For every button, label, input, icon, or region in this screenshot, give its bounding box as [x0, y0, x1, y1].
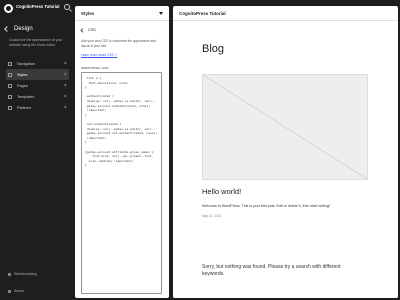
site-title[interactable]: CognitoPress Tutorial	[16, 4, 59, 9]
footer-item-label: Whiteboarding	[14, 272, 37, 276]
css-editor[interactable]: .link a { text-decoration: none; } .auth…	[81, 72, 162, 294]
save-status[interactable]: Saved	[8, 289, 24, 293]
sidebar-item-styles[interactable]: Styles	[6, 69, 69, 80]
navigation-icon	[8, 61, 12, 66]
post-excerpt: Welcome to WordPress. This is your first…	[202, 204, 330, 208]
site-preview: CognitoPress Tutorial Blog Hello world! …	[173, 6, 398, 298]
css-description: Add your own CSS to customize the appear…	[81, 39, 156, 48]
back-arrow-icon[interactable]	[80, 27, 85, 33]
post-date: May 22, 2024	[202, 214, 222, 218]
css-header: CSS	[80, 27, 96, 33]
preview-canvas[interactable]: Blog Hello world! Welcome to WordPress. …	[173, 21, 398, 298]
search-icon[interactable]	[64, 4, 70, 10]
whiteboard-icon	[8, 272, 11, 276]
templates-icon	[8, 94, 12, 99]
featured-image-placeholder	[202, 74, 368, 180]
caret-down-icon[interactable]	[159, 12, 163, 15]
sidebar-footer-item[interactable]: Whiteboarding	[8, 272, 37, 276]
sidebar-item-pages[interactable]: Pages	[6, 80, 69, 91]
post-title[interactable]: Hello world!	[202, 187, 241, 196]
styles-icon	[8, 72, 12, 77]
sidebar-item-templates[interactable]: Templates	[6, 91, 69, 102]
chevron-right-icon	[63, 94, 67, 98]
placeholder-diagonal-icon	[203, 75, 367, 179]
panel-title: Styles	[81, 11, 95, 16]
section-description: Customize the appearance of your website…	[9, 38, 63, 47]
back-arrow-icon[interactable]	[4, 26, 10, 32]
no-results-message: Sorry, but nothing was found. Please try…	[202, 264, 341, 277]
preview-site-title[interactable]: CognitoPress Tutorial	[179, 11, 226, 16]
chevron-right-icon	[63, 72, 67, 76]
additional-css-label: ADDITIONAL CSS	[81, 66, 109, 70]
chevron-right-icon	[63, 83, 67, 87]
save-status-label: Saved	[14, 289, 24, 293]
learn-more-link[interactable]: Learn more about CSS ↗	[81, 53, 117, 57]
sidebar-item-navigation[interactable]: Navigation	[6, 58, 69, 69]
patterns-icon	[8, 105, 12, 110]
sidebar-nav: Navigation Styles Pages Templates Patter	[6, 58, 69, 113]
sidebar-item-label: Styles	[17, 72, 28, 77]
panel-header: Styles	[75, 6, 169, 21]
design-sidebar: CognitoPress Tutorial Design Customize t…	[0, 0, 73, 300]
styles-panel: Styles CSS Add your own CSS to customize…	[75, 6, 169, 298]
sidebar-item-label: Navigation	[17, 61, 35, 66]
sidebar-item-label: Patterns	[17, 105, 32, 110]
wordpress-logo-icon[interactable]	[4, 4, 13, 13]
blog-title: Blog	[202, 43, 225, 55]
design-header: Design	[4, 26, 33, 32]
sidebar-item-patterns[interactable]: Patterns	[6, 102, 69, 113]
check-icon	[8, 289, 11, 293]
chevron-right-icon	[63, 105, 67, 109]
sidebar-item-label: Pages	[17, 83, 28, 88]
pages-icon	[8, 83, 12, 88]
sidebar-item-label: Templates	[17, 94, 35, 99]
site-editor: CognitoPress Tutorial Design Customize t…	[0, 0, 400, 300]
sidebar-topbar: CognitoPress Tutorial	[0, 0, 73, 16]
css-title: CSS	[88, 28, 96, 32]
preview-header: CognitoPress Tutorial	[173, 6, 398, 21]
section-title: Design	[14, 26, 33, 32]
chevron-right-icon	[63, 61, 67, 65]
